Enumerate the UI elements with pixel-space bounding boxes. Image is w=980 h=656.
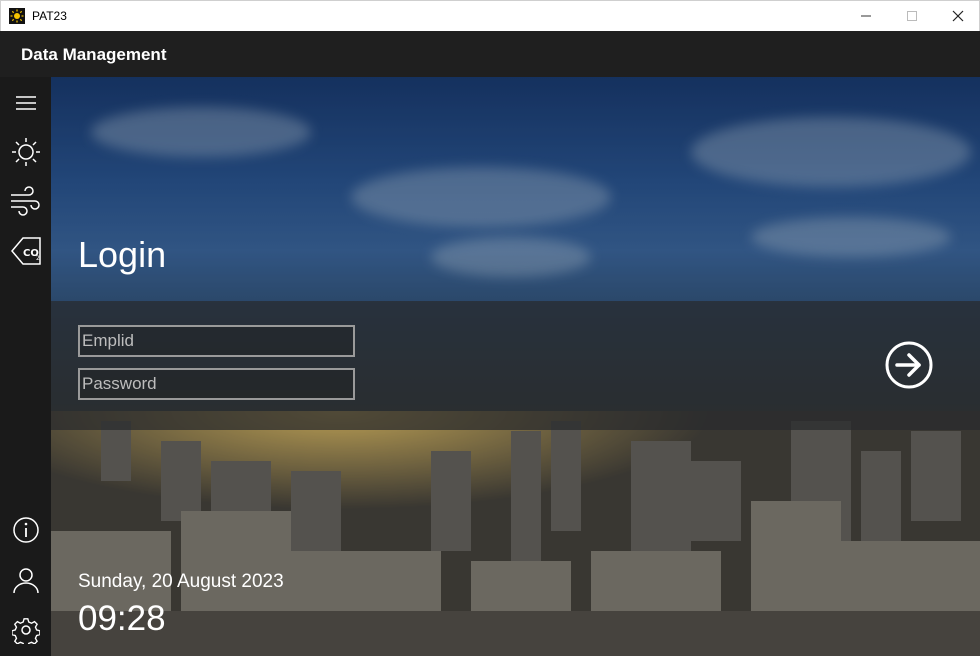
maximize-button[interactable] xyxy=(889,1,935,31)
sun-icon[interactable] xyxy=(0,132,51,172)
app-header: Data Management xyxy=(0,31,980,77)
window-title: PAT23 xyxy=(32,9,67,23)
settings-icon[interactable] xyxy=(0,610,51,650)
wind-icon[interactable] xyxy=(0,181,51,221)
emplid-input[interactable] xyxy=(78,325,355,357)
co2-icon[interactable]: CO 2 xyxy=(0,231,51,271)
minimize-button[interactable] xyxy=(843,1,889,31)
app-logo-icon xyxy=(9,8,25,24)
close-button[interactable] xyxy=(935,1,980,31)
info-icon[interactable] xyxy=(0,510,51,550)
arrow-right-circle-icon xyxy=(885,341,933,389)
menu-icon[interactable] xyxy=(0,83,51,123)
window-titlebar: PAT23 xyxy=(0,0,980,31)
page-title: Data Management xyxy=(21,45,167,64)
login-panel xyxy=(51,301,980,430)
sidebar-nav: CO 2 xyxy=(0,77,51,656)
svg-text:2: 2 xyxy=(36,255,40,262)
user-icon[interactable] xyxy=(0,560,51,600)
current-time: 09:28 xyxy=(78,599,166,638)
current-date: Sunday, 20 August 2023 xyxy=(78,571,284,592)
login-title: Login xyxy=(78,234,167,275)
login-submit-button[interactable] xyxy=(884,340,934,390)
password-input[interactable] xyxy=(78,368,355,400)
login-background: Login Sunday, 20 August 2023 09:28 xyxy=(51,77,980,656)
